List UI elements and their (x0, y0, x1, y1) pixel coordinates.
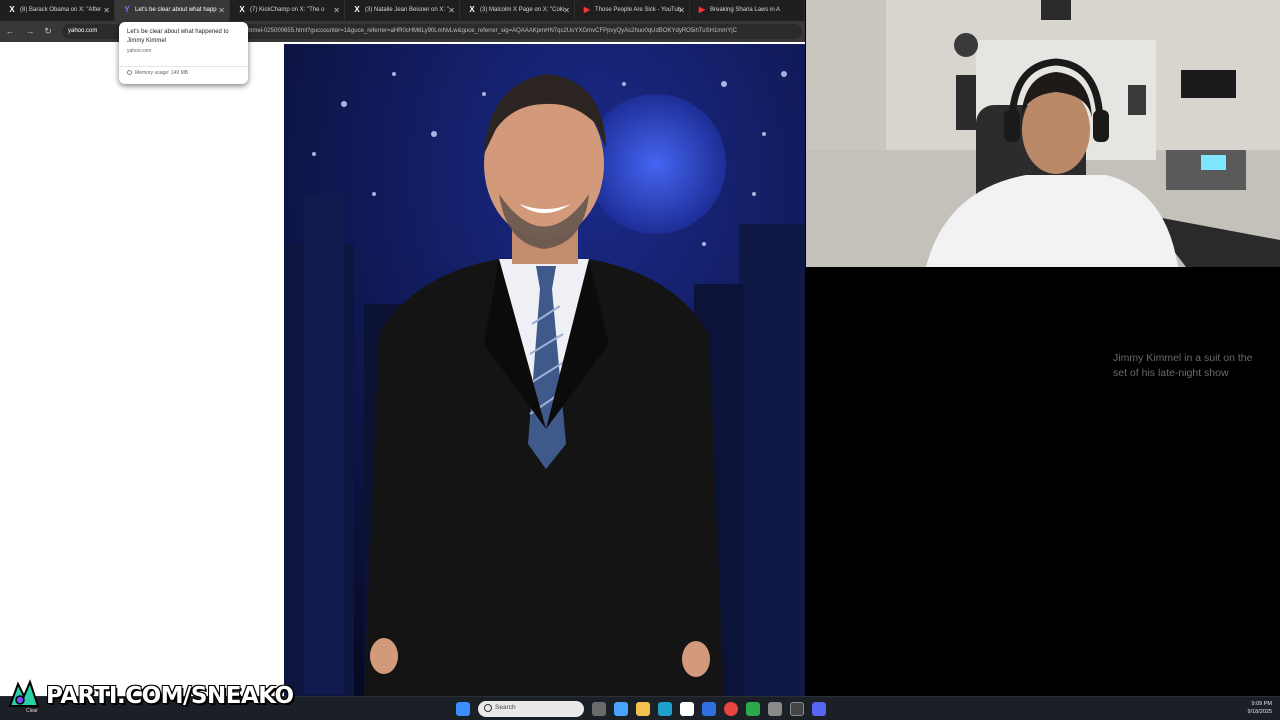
file-explorer-icon[interactable] (636, 702, 650, 716)
close-tab-icon[interactable]: ✕ (333, 0, 340, 21)
tab-youtube-sharia[interactable]: ▶ Breaking Sharia Laws in A (690, 0, 805, 21)
stream-branding: PARTI.COM/SNEAKO Clear (6, 676, 294, 716)
x-icon: X (239, 5, 245, 14)
memory-usage-text: Memory usage: 149 MB (135, 70, 189, 76)
tab-label: Those People Are Sick - YouTub (595, 7, 682, 13)
tab-hover-card: Let's be clear about what happened to Ji… (119, 22, 248, 84)
taskbar-search[interactable]: Search (478, 701, 584, 717)
memory-icon (127, 70, 132, 76)
store-icon[interactable] (680, 702, 694, 716)
hover-card-domain: yahoo.com (127, 48, 152, 54)
close-tab-icon[interactable]: ✕ (563, 0, 570, 21)
close-tab-icon[interactable]: ✕ (103, 0, 110, 21)
tab-youtube-sick[interactable]: ▶ Those People Are Sick - YouTub ✕ (575, 0, 690, 21)
brand-url: PARTI.COM/SNEAKO (46, 683, 294, 709)
copilot-icon[interactable] (614, 702, 628, 716)
webcam-feed (806, 0, 1280, 267)
clock-time: 9:09 PM (1251, 701, 1272, 707)
article-photo (284, 44, 805, 696)
streamer-webcam (806, 0, 1280, 267)
chrome-icon[interactable] (724, 702, 738, 716)
url-path: mmel-025000655.html?guccounter=1&guce_re… (247, 28, 737, 34)
tab-label: Breaking Sharia Laws in A (710, 7, 781, 13)
task-view-icon[interactable] (592, 702, 606, 716)
system-clock[interactable]: 9:09 PM 9/18/2025 (1248, 700, 1272, 716)
url-domain: yahoo.com (68, 28, 98, 34)
x-icon: X (9, 5, 15, 14)
discord-icon[interactable] (812, 702, 826, 716)
tab-label: (3) Malcolm X Page on X: "Colo (480, 7, 565, 13)
tab-label: (3) Natalie Jean Beisner on X: " (365, 7, 449, 13)
back-icon[interactable]: ← (4, 25, 16, 37)
tab-label: Let's be clear about what happ (135, 7, 217, 13)
close-tab-icon[interactable]: ✕ (678, 0, 685, 21)
tab-malcolm-x[interactable]: X (3) Malcolm X Page on X: "Colo ✕ (460, 0, 575, 21)
tab-natalie-beisner[interactable]: X (3) Natalie Jean Beisner on X: " ✕ (345, 0, 460, 21)
taskbar-search-placeholder: Search (495, 704, 516, 711)
edge-icon[interactable] (658, 702, 672, 716)
hover-card-title: Let's be clear about what happened to Ji… (127, 29, 229, 44)
tab-label: (8) Barack Obama on X: "After (20, 7, 102, 13)
xbox-icon[interactable] (746, 702, 760, 716)
start-icon[interactable] (456, 702, 470, 716)
app-icon[interactable] (702, 702, 716, 716)
x-icon: X (354, 5, 360, 14)
screen: X (8) Barack Obama on X: "After ✕ Y Let'… (0, 0, 1280, 720)
tab-kickchamp[interactable]: X (7) KickChamp on X: "The o ✕ (230, 0, 345, 21)
close-tab-icon[interactable]: ✕ (448, 0, 455, 21)
obs-icon[interactable] (790, 702, 804, 716)
hover-card-divider (119, 66, 248, 67)
hover-card-memory: Memory usage: 149 MB (127, 70, 188, 76)
youtube-icon: ▶ (583, 5, 591, 14)
kimmel-photo (284, 44, 805, 696)
yahoo-icon: Y (124, 5, 130, 14)
tab-label: (7) KickChamp on X: "The o (250, 7, 325, 13)
tab-strip: X (8) Barack Obama on X: "After ✕ Y Let'… (0, 0, 805, 21)
forward-icon[interactable]: → (24, 25, 36, 37)
close-tab-icon[interactable]: ✕ (218, 0, 225, 21)
reload-icon[interactable]: ↻ (42, 25, 54, 37)
image-caption: Jimmy Kimmel in a suit on the set of his… (1113, 352, 1253, 379)
clear-label: Clear (26, 708, 38, 714)
x-icon: X (469, 5, 475, 14)
youtube-icon: ▶ (698, 5, 706, 14)
tab-barack-obama[interactable]: X (8) Barack Obama on X: "After ✕ (0, 0, 115, 21)
clock-date: 9/18/2025 (1247, 709, 1272, 715)
search-icon (484, 704, 492, 712)
settings-icon[interactable] (768, 702, 782, 716)
tab-yahoo-kimmel[interactable]: Y Let's be clear about what happ ✕ (115, 0, 230, 21)
